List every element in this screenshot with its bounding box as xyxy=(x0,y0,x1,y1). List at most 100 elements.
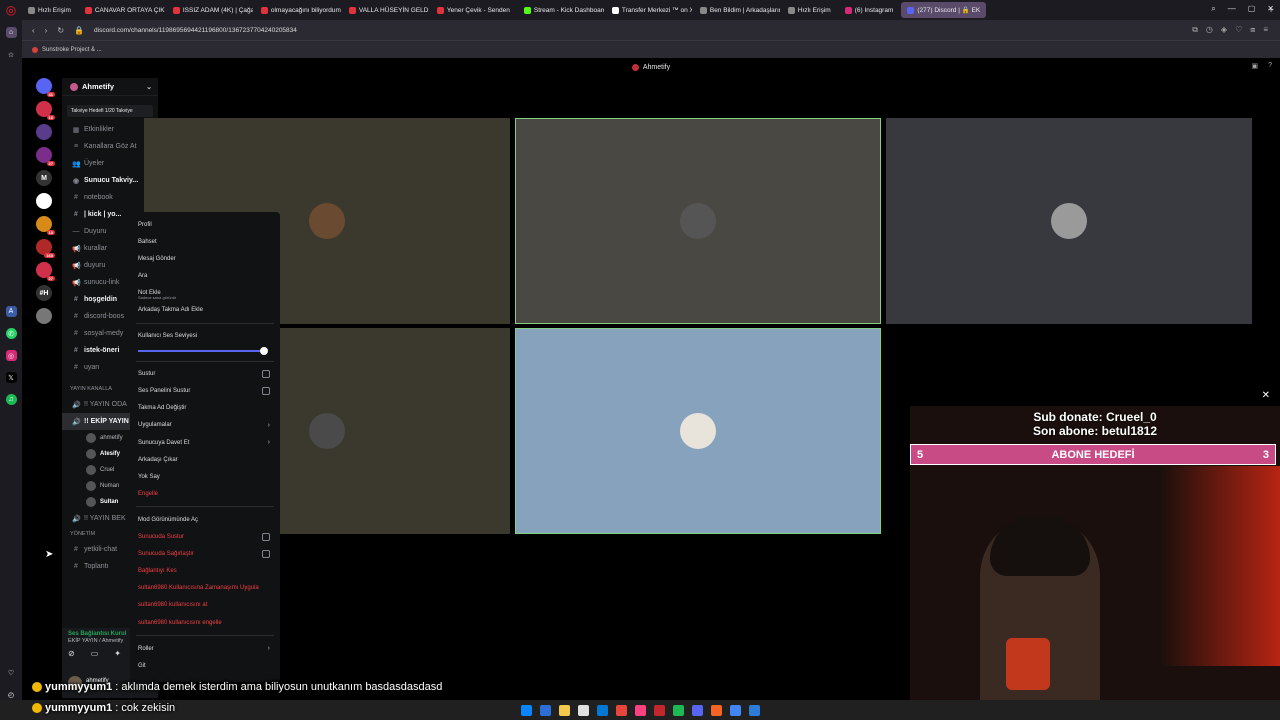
screen-share-icon[interactable]: ▭ xyxy=(91,649,99,658)
activity-icon[interactable]: ✦ xyxy=(114,649,121,658)
menu-item[interactable]: Engelle xyxy=(136,485,274,502)
bookmarks-icon[interactable]: ☆ xyxy=(6,49,17,60)
taskbar-app-icon[interactable] xyxy=(748,704,760,716)
windows-start-icon[interactable] xyxy=(520,704,532,716)
taskbar-app-icon[interactable] xyxy=(672,704,684,716)
whatsapp-icon[interactable]: ✆ xyxy=(5,328,17,339)
bookmark-item[interactable]: Sunstroke Project & ... xyxy=(42,47,102,53)
server-icon[interactable]: M xyxy=(36,170,52,186)
instagram-icon[interactable]: ◎ xyxy=(5,350,17,361)
taskbar-app-icon[interactable] xyxy=(729,704,741,716)
checkbox[interactable] xyxy=(262,550,270,559)
tab-icon[interactable]: ⧉ xyxy=(1192,25,1198,35)
server-icon[interactable] xyxy=(36,124,52,140)
taskbar-app-icon[interactable] xyxy=(615,704,627,716)
extensions-icon[interactable]: ⧈ xyxy=(1250,25,1255,35)
close-icon[interactable]: ✕ xyxy=(1262,390,1270,401)
url-field[interactable]: discord.com/channels/1198695694421196800… xyxy=(94,27,1192,34)
browser-tab[interactable]: Hızlı Erişim xyxy=(782,2,837,18)
video-tile[interactable] xyxy=(886,118,1252,324)
camera-icon[interactable]: ◷ xyxy=(1206,25,1213,35)
boost-goal[interactable]: Takviye Hedefi 1/20 Takviye xyxy=(67,105,153,117)
taskbar-app-icon[interactable] xyxy=(596,704,608,716)
browser-tab[interactable]: (6) Instagram xyxy=(839,2,900,18)
aria-icon[interactable]: A xyxy=(5,306,17,317)
close-window-button[interactable]: ✕ xyxy=(1267,4,1274,14)
browser-tab[interactable]: Stream - Kick Dashboard xyxy=(518,2,604,18)
server-icon[interactable]: 41 xyxy=(36,78,55,97)
server-icon[interactable]: #H xyxy=(36,285,52,301)
home-icon[interactable]: ⌂ xyxy=(5,27,17,38)
x-icon[interactable]: 𝕏 xyxy=(5,372,17,383)
menu-item[interactable]: Sunucuda Sağırlaştır xyxy=(136,546,274,563)
shield-icon[interactable]: ◈ xyxy=(1221,25,1227,35)
server-icon[interactable]: 27 xyxy=(36,262,55,281)
checkbox[interactable] xyxy=(262,387,270,396)
menu-item[interactable]: Sunucuda Sustur xyxy=(136,529,274,546)
checkbox[interactable] xyxy=(262,533,270,542)
server-icon[interactable] xyxy=(36,193,52,209)
checkbox[interactable] xyxy=(262,370,270,379)
video-tile[interactable] xyxy=(515,118,881,324)
menu-item[interactable]: Kullanıcı Ses Seviyesi xyxy=(136,328,274,345)
inbox-icon[interactable]: ▣ xyxy=(1251,62,1258,70)
reload-icon[interactable]: ↻ xyxy=(57,26,64,35)
taskbar-app-icon[interactable] xyxy=(558,704,570,716)
menu-icon[interactable]: ≡ xyxy=(1263,25,1268,35)
menu-item[interactable]: Git xyxy=(136,657,274,674)
menu-item[interactable]: Mod Görünümünde Aç xyxy=(136,511,274,528)
menu-item[interactable]: Roller › xyxy=(136,640,274,657)
browser-tab[interactable]: Hızlı Erişim xyxy=(22,2,77,18)
server-icon[interactable]: 16 xyxy=(36,101,55,120)
forward-button[interactable]: › xyxy=(45,26,48,35)
server-icon[interactable]: 27 xyxy=(36,147,55,166)
server-icon[interactable] xyxy=(36,308,52,324)
maximize-button[interactable]: ▢ xyxy=(1248,4,1256,14)
taskbar-app-icon[interactable] xyxy=(634,704,646,716)
back-button[interactable]: ‹ xyxy=(32,26,35,35)
video-tile[interactable] xyxy=(515,328,881,534)
clock-icon[interactable]: ◴ xyxy=(6,689,17,700)
menu-item[interactable]: Takma Ad Değiştir xyxy=(136,400,274,417)
camera-off-icon[interactable]: ⊘ xyxy=(68,649,75,658)
help-icon[interactable]: ? xyxy=(1268,62,1272,70)
browser-tab[interactable]: olmayacağını biliyordum xyxy=(255,2,341,18)
menu-item[interactable]: sultan6980 kullanıcısını at xyxy=(136,597,274,614)
server-icon[interactable]: 10 xyxy=(36,216,55,235)
browser-tab[interactable]: Transfer Merkezi ™ on X xyxy=(606,2,692,18)
menu-item[interactable]: Sunucuya Davet Et › xyxy=(136,434,274,451)
minimize-button[interactable]: — xyxy=(1228,4,1236,14)
slider-knob[interactable] xyxy=(260,346,268,355)
browser-tab[interactable]: Yener Çevik - Senden xyxy=(431,2,516,18)
opera-logo-icon[interactable]: ◎ xyxy=(0,0,22,20)
volume-slider[interactable] xyxy=(136,345,274,357)
heart-icon[interactable]: ♡ xyxy=(1235,25,1242,35)
menu-item[interactable]: Bağlantıyı Kes xyxy=(136,563,274,580)
taskbar-app-icon[interactable] xyxy=(653,704,665,716)
menu-item[interactable]: Not Ekle Sadece sana görünür xyxy=(136,284,274,301)
browser-tab[interactable]: ISSIZ ADAM (4K) | Çağan xyxy=(167,2,253,18)
menu-item[interactable]: Arkadaş Takma Adı Ekle xyxy=(136,301,274,318)
taskbar-app-icon[interactable] xyxy=(577,704,589,716)
taskbar-app-icon[interactable] xyxy=(691,704,703,716)
server-header[interactable]: Ahmetify ⌄ xyxy=(62,78,158,96)
heart-sidebar-icon[interactable]: ♡ xyxy=(6,667,17,678)
browser-tab[interactable]: CANAVAR ORTAYA ÇIKTI xyxy=(79,2,165,18)
taskbar-app-icon[interactable] xyxy=(710,704,722,716)
menu-item[interactable]: Ses Panelini Sustur xyxy=(136,383,274,400)
menu-item[interactable]: Mesaj Gönder xyxy=(136,250,274,267)
menu-item[interactable]: sultan6980 kullanıcısını engelle xyxy=(136,614,274,631)
taskbar-app-icon[interactable] xyxy=(539,704,551,716)
menu-item[interactable]: Sustur xyxy=(136,366,274,383)
spotify-icon[interactable]: ♫ xyxy=(5,394,17,405)
menu-item[interactable]: Profil xyxy=(136,216,274,233)
browser-tab[interactable]: Ben Bildim | Arkadaşlarını xyxy=(694,2,780,18)
browser-tab[interactable]: (277) Discord | 🔒 EK xyxy=(901,2,987,18)
server-icon[interactable]: 160 xyxy=(36,239,55,258)
menu-item[interactable]: Uygulamalar › xyxy=(136,417,274,434)
menu-item[interactable]: sultan6980 Kullanıcısına Zamanaşımı Uygu… xyxy=(136,580,274,597)
menu-item[interactable]: Ara xyxy=(136,267,274,284)
menu-item[interactable]: Bahset xyxy=(136,233,274,250)
menu-item[interactable]: Yok Say xyxy=(136,468,274,485)
menu-item[interactable]: Arkadaşı Çıkar xyxy=(136,451,274,468)
